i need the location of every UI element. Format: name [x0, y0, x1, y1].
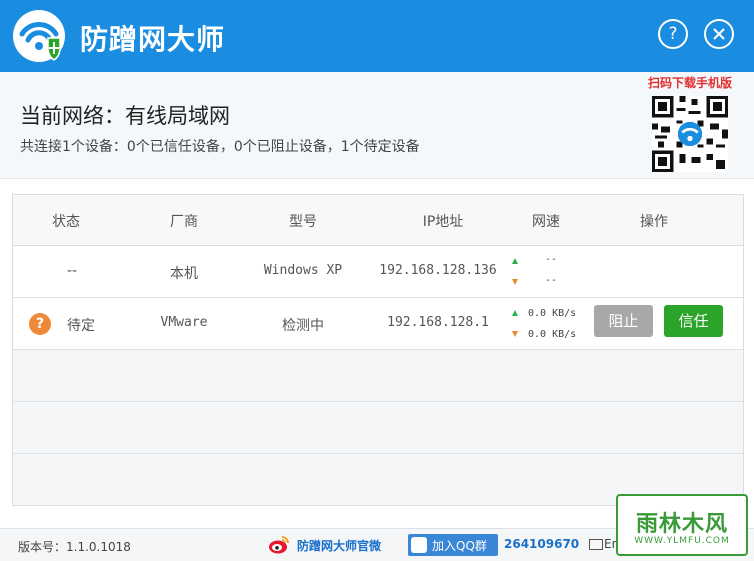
network-title: 当前网络：有线局域网 [20, 104, 230, 128]
app-title: 防蹭网大师 [80, 23, 226, 56]
row-download-speed: 0.0 KB/s [528, 329, 577, 340]
row-vendor: VMware [160, 315, 208, 330]
qr-code-icon[interactable] [652, 96, 728, 172]
row-ip: 192.168.128.136 [379, 263, 497, 278]
trust-button[interactable]: 信任 [664, 305, 723, 337]
table-row-local[interactable]: -- 本机 Windows XP 192.168.128.136 -- -- [13, 246, 743, 298]
close-button[interactable] [704, 19, 734, 49]
official-weibo-link[interactable]: 防蹭网大师官微 [297, 537, 381, 554]
header-status: 状态 [52, 214, 80, 230]
upload-arrow-icon [512, 310, 518, 316]
download-arrow-icon [512, 279, 518, 285]
device-table: 状态 厂商 型号 IP地址 网速 操作 -- 本机 Windows XP 192… [12, 194, 744, 506]
join-qq-group-button[interactable]: 加入QQ群 [408, 534, 498, 556]
qq-button-label: 加入QQ群 [432, 539, 487, 553]
table-header: 状态 厂商 型号 IP地址 网速 操作 [13, 195, 743, 246]
header-ip: IP地址 [422, 214, 464, 230]
network-info-panel: 当前网络：有线局域网 共连接1个设备：0个已信任设备，0个已阻止设备，1个待定设… [0, 72, 754, 179]
weibo-icon[interactable] [268, 535, 290, 555]
help-button[interactable]: ? [658, 19, 688, 49]
header-actions: 操作 [640, 214, 668, 230]
row-upload-speed: 0.0 KB/s [528, 308, 577, 319]
qq-group-number: 264109670 [504, 537, 580, 551]
row-status: 待定 [67, 318, 95, 334]
row-download-speed: -- [545, 275, 558, 286]
empty-row [13, 402, 743, 454]
qq-group-icon [411, 537, 427, 553]
table-row-device[interactable]: ? 待定 VMware 检测中 192.168.128.1 0.0 KB/s 0… [13, 298, 743, 350]
header-speed: 网速 [532, 214, 560, 230]
device-summary: 共连接1个设备：0个已信任设备，0个已阻止设备，1个待定设备 [20, 139, 420, 155]
watermark-url: WWW.YLMFU.COM [634, 536, 730, 546]
row-upload-speed: -- [545, 254, 558, 265]
upload-arrow-icon [512, 258, 518, 264]
close-icon [713, 28, 725, 40]
empty-row [13, 350, 743, 402]
watermark-title: 雨林木风 [635, 512, 728, 537]
row-status: -- [66, 263, 78, 279]
header-vendor: 厂商 [170, 214, 198, 230]
header-model: 型号 [289, 214, 317, 230]
version-label: 版本号：1.1.0.1018 [18, 540, 131, 554]
mail-icon [589, 539, 603, 550]
title-bar: 防蹭网大师 ? [0, 0, 754, 72]
row-model: 检测中 [282, 318, 324, 334]
block-button[interactable]: 阻止 [594, 305, 653, 337]
qr-label: 扫码下载手机版 [648, 76, 733, 90]
download-arrow-icon [512, 331, 518, 337]
help-icon: ? [668, 24, 678, 44]
watermark-logo: 雨林木风 WWW.YLMFU.COM [616, 494, 748, 556]
row-model: Windows XP [263, 263, 343, 278]
row-vendor: 本机 [170, 266, 198, 282]
pending-status-icon: ? [29, 313, 51, 335]
row-ip: 192.168.128.1 [387, 315, 489, 330]
wifi-shield-logo-icon [13, 10, 65, 62]
